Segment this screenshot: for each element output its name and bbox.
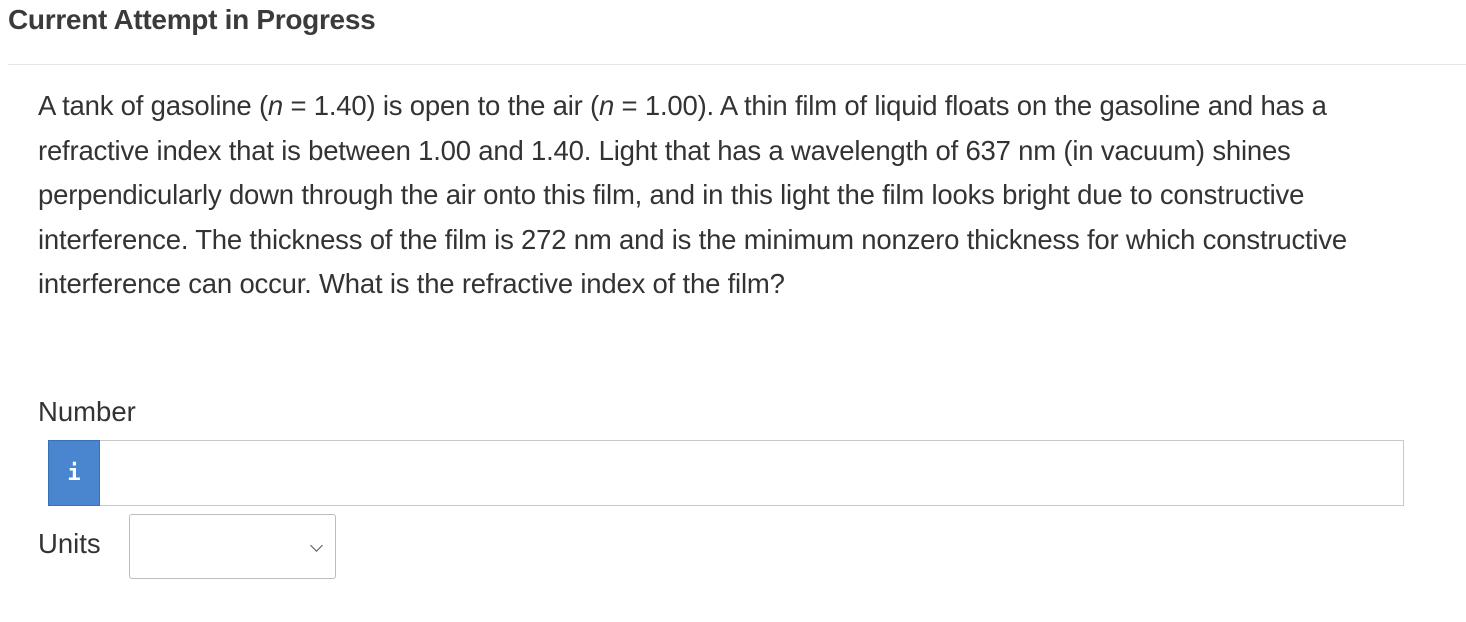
question-text: A tank of gasoline (n = 1.40) is open to…	[38, 84, 1438, 307]
units-label: Units	[38, 528, 101, 559]
info-icon[interactable]: i	[48, 440, 100, 506]
number-label: Number	[38, 396, 136, 427]
question-text-part: = 1.40) is open to the air (	[283, 90, 599, 121]
variable-n: n	[267, 90, 284, 121]
question-text-part: = 1.00). A thin film of liquid floats on…	[38, 90, 1347, 299]
page-title: Current Attempt in Progress	[8, 4, 376, 35]
chevron-down-icon	[310, 539, 323, 552]
question-page: Current Attempt in Progress A tank of ga…	[0, 0, 1466, 622]
number-answer-row: i	[48, 440, 1404, 506]
header-divider	[8, 64, 1466, 65]
variable-n: n	[599, 90, 615, 121]
number-input[interactable]	[100, 440, 1404, 506]
units-select[interactable]	[129, 514, 336, 579]
question-text-part: A tank of gasoline (	[38, 90, 268, 121]
